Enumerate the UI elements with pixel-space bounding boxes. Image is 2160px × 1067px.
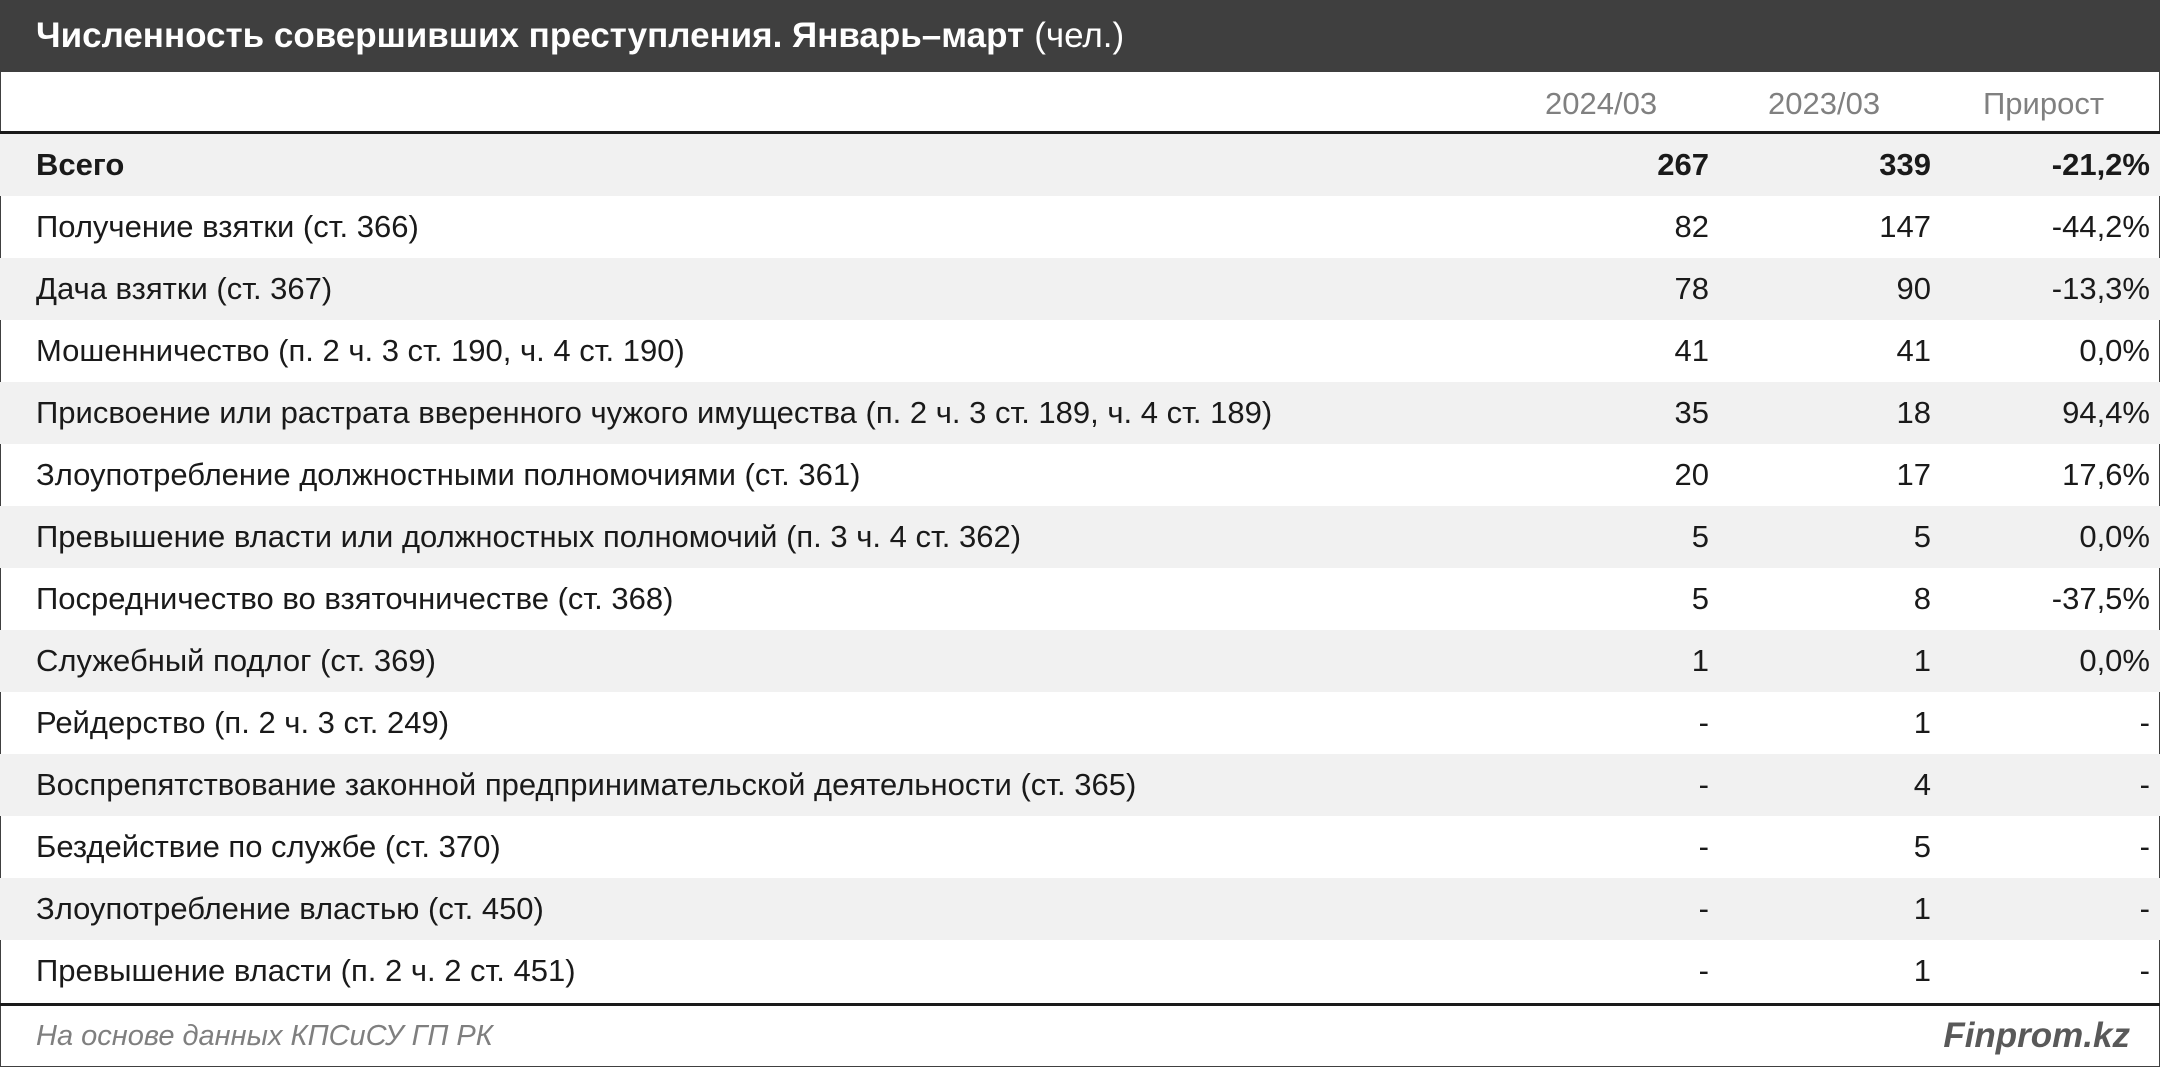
- column-header-2024: 2024/03: [1545, 86, 1658, 121]
- cell-growth: 0,0%: [2079, 643, 2150, 678]
- table-row: Посредничество во взяточничестве (ст. 36…: [0, 568, 2160, 630]
- row-label: Дача взятки (ст. 367): [36, 271, 333, 306]
- row-label: Получение взятки (ст. 366): [36, 209, 419, 244]
- cell-2023: 339: [1879, 147, 1931, 182]
- cell-2024: 20: [1674, 457, 1709, 492]
- cell-growth: -44,2%: [2051, 209, 2150, 244]
- cell-growth: -: [2139, 953, 2150, 988]
- cell-2023: 1: [1913, 643, 1931, 678]
- cell-growth: -13,3%: [2051, 271, 2150, 306]
- row-label: Превышение власти (п. 2 ч. 2 ст. 451): [36, 953, 576, 988]
- table-row: Получение взятки (ст. 366) 82 147 -44,2%: [0, 196, 2160, 258]
- cell-2024: 1: [1691, 643, 1709, 678]
- table-row-total: Всего 267 339 -21,2%: [0, 134, 2160, 196]
- row-label: Всего: [36, 147, 125, 182]
- cell-growth: 0,0%: [2079, 333, 2150, 368]
- cell-growth: 94,4%: [2062, 395, 2150, 430]
- cell-2024: -: [1698, 891, 1709, 926]
- cell-2024: 41: [1674, 333, 1709, 368]
- table-row: Присвоение или растрата вверенного чужог…: [0, 382, 2160, 444]
- cell-2024: 35: [1674, 395, 1709, 430]
- table-row: Злоупотребление должностными полномочиям…: [0, 444, 2160, 506]
- table-unit: (чел.): [1034, 16, 1125, 55]
- cell-2024: -: [1698, 953, 1709, 988]
- column-header-row: 2024/03 2023/03 Прирост: [0, 72, 2160, 134]
- cell-2024: 5: [1691, 581, 1709, 616]
- cell-2024: 5: [1691, 519, 1709, 554]
- cell-2023: 147: [1879, 209, 1931, 244]
- table-row: Дача взятки (ст. 367) 78 90 -13,3%: [0, 258, 2160, 320]
- cell-2023: 41: [1896, 333, 1931, 368]
- table-row: Превышение власти (п. 2 ч. 2 ст. 451) - 1 -: [0, 940, 2160, 1002]
- table-row: Воспрепятствование законной предпринимат…: [0, 754, 2160, 816]
- table-row: Злоупотребление властью (ст. 450) - 1 -: [0, 878, 2160, 940]
- cell-growth: -21,2%: [2051, 147, 2150, 182]
- cell-2023: 1: [1913, 953, 1931, 988]
- table-footer: На основе данных КПСиСУ ГП РК Finprom.kz: [0, 1003, 2160, 1067]
- table-row: Рейдерство (п. 2 ч. 3 ст. 249) - 1 -: [0, 692, 2160, 754]
- row-label: Посредничество во взяточничестве (ст. 36…: [36, 581, 674, 616]
- cell-2024: 267: [1657, 147, 1709, 182]
- row-label: Рейдерство (п. 2 ч. 3 ст. 249): [36, 705, 450, 740]
- cell-2024: -: [1698, 767, 1709, 802]
- table-row: Бездействие по службе (ст. 370) - 5 -: [0, 816, 2160, 878]
- cell-2023: 4: [1913, 767, 1931, 802]
- cell-2023: 1: [1913, 891, 1931, 926]
- row-label: Бездействие по службе (ст. 370): [36, 829, 501, 864]
- cell-growth: -: [2139, 705, 2150, 740]
- table-title: Численность совершивших преступления. Ян…: [36, 16, 1025, 55]
- row-label: Присвоение или растрата вверенного чужог…: [36, 395, 1273, 430]
- cell-2023: 18: [1896, 395, 1931, 430]
- brand-logo-text: Finprom.kz: [1943, 1016, 2130, 1055]
- cell-2023: 5: [1913, 829, 1931, 864]
- row-label: Злоупотребление должностными полномочиям…: [36, 457, 861, 492]
- cell-growth: -: [2139, 767, 2150, 802]
- row-label: Служебный подлог (ст. 369): [36, 643, 436, 678]
- row-label: Воспрепятствование законной предпринимат…: [36, 767, 1137, 802]
- cell-2023: 1: [1913, 705, 1931, 740]
- table-body: Всего 267 339 -21,2% Получение взятки (ст. 3…: [0, 134, 2160, 1002]
- table-row: Превышение власти или должностных полном…: [0, 506, 2160, 568]
- row-label: Превышение власти или должностных полном…: [36, 519, 1022, 554]
- cell-growth: 17,6%: [2062, 457, 2150, 492]
- cell-2024: 78: [1674, 271, 1709, 306]
- column-header-growth: Прирост: [1983, 86, 2105, 121]
- table-title-bar: Численность совершивших преступления. Ян…: [0, 0, 2160, 72]
- cell-growth: -37,5%: [2051, 581, 2150, 616]
- source-note: На основе данных КПСиСУ ГП РК: [36, 1020, 493, 1052]
- cell-2023: 17: [1896, 457, 1931, 492]
- cell-2023: 90: [1896, 271, 1931, 306]
- cell-2023: 8: [1913, 581, 1931, 616]
- cell-2023: 5: [1913, 519, 1931, 554]
- cell-2024: -: [1698, 829, 1709, 864]
- column-header-2023: 2023/03: [1768, 86, 1881, 121]
- row-label: Мошенничество (п. 2 ч. 3 ст. 190, ч. 4 с…: [36, 333, 685, 368]
- cell-growth: -: [2139, 829, 2150, 864]
- cell-2024: 82: [1674, 209, 1709, 244]
- row-label: Злоупотребление властью (ст. 450): [36, 891, 544, 926]
- cell-growth: -: [2139, 891, 2150, 926]
- table-row: Служебный подлог (ст. 369) 1 1 0,0%: [0, 630, 2160, 692]
- cell-growth: 0,0%: [2079, 519, 2150, 554]
- table-row: Мошенничество (п. 2 ч. 3 ст. 190, ч. 4 с…: [0, 320, 2160, 382]
- cell-2024: -: [1698, 705, 1709, 740]
